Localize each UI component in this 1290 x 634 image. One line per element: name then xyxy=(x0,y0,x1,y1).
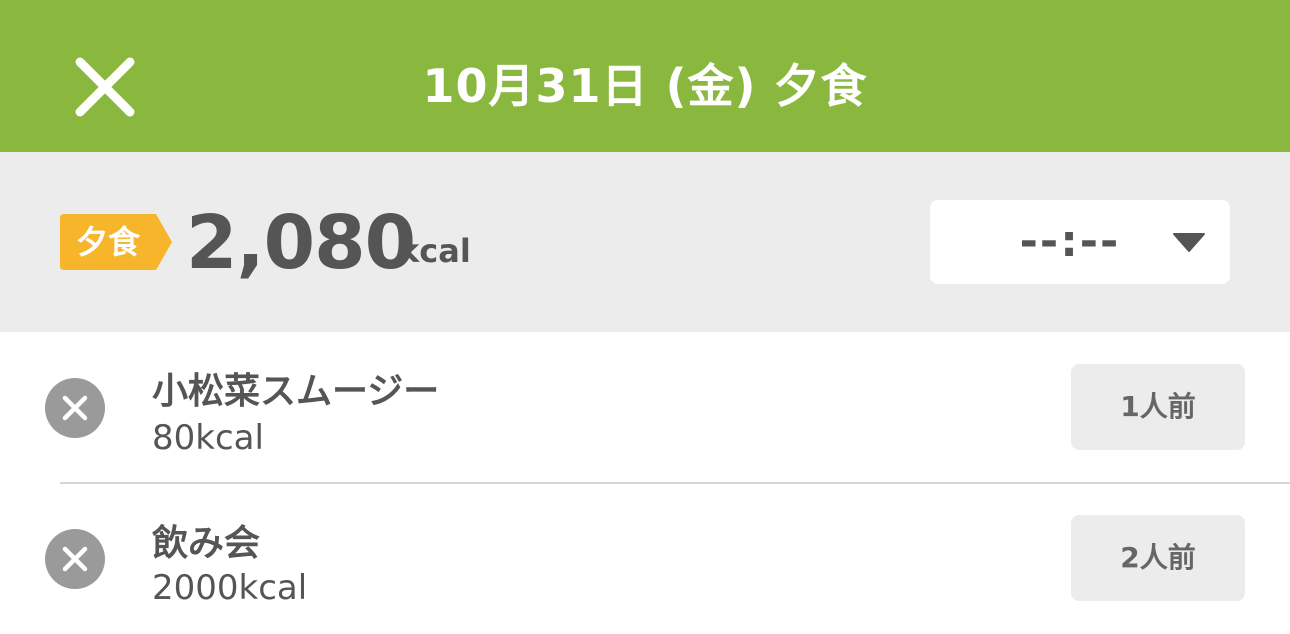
close-icon xyxy=(75,57,135,117)
remove-item-button[interactable] xyxy=(44,528,106,590)
food-name: 飲み会 xyxy=(152,523,261,564)
page-title: 10月31日 (金) 夕食 xyxy=(422,59,868,113)
meal-time-value: --:-- xyxy=(1019,216,1121,267)
close-button[interactable] xyxy=(72,54,138,120)
serving-button[interactable]: 2人前 xyxy=(1071,515,1245,601)
list-item: 小松菜スムージー 80kcal 1人前 xyxy=(0,332,1290,484)
food-calories: 2000kcal xyxy=(152,568,308,608)
serving-button[interactable]: 1人前 xyxy=(1071,364,1245,450)
meal-time-select[interactable]: --:-- xyxy=(930,200,1230,284)
caret-down-icon xyxy=(1173,233,1205,252)
meal-badge-label: 夕食 xyxy=(75,223,140,261)
food-calories: 80kcal xyxy=(152,418,264,458)
meal-summary: 夕食 2,080 kcal --:-- xyxy=(0,152,1290,332)
food-name: 小松菜スムージー xyxy=(152,371,440,412)
meal-type-badge: 夕食 xyxy=(60,214,172,270)
list-item: 飲み会 2000kcal 2人前 xyxy=(0,484,1290,634)
remove-circle-icon xyxy=(45,378,105,438)
remove-item-button[interactable] xyxy=(44,377,106,439)
app-header: 10月31日 (金) 夕食 xyxy=(0,0,1290,152)
remove-circle-icon xyxy=(45,529,105,589)
total-calories-unit: kcal xyxy=(398,232,471,270)
total-calories: 2,080 xyxy=(186,200,416,286)
